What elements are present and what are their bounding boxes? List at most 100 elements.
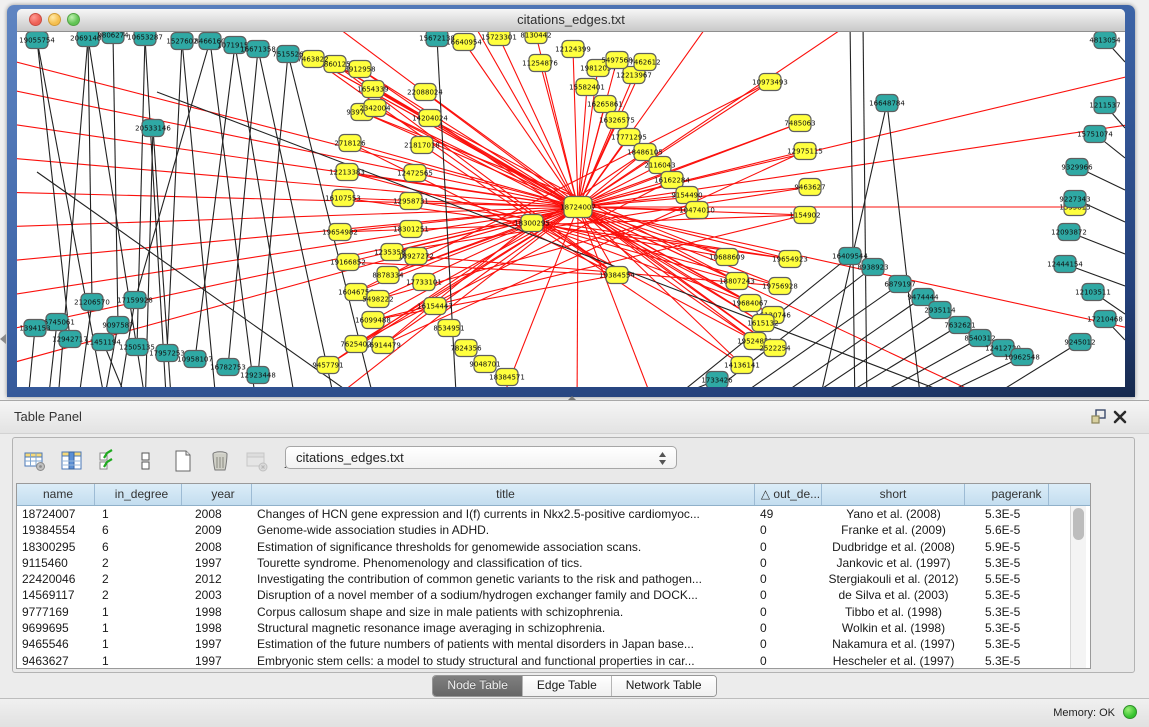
network-node[interactable]: 19166852 bbox=[330, 254, 366, 271]
node-label: 19055754 bbox=[19, 36, 55, 44]
column-header-in_degree[interactable]: in_degree bbox=[95, 484, 182, 505]
table-row[interactable]: 1456911722003Disruption of a novel membe… bbox=[17, 587, 1090, 603]
network-node[interactable]: 7462612 bbox=[629, 54, 660, 71]
network-canvas[interactable]: 1872400718300295193845541664095415723301… bbox=[17, 32, 1125, 387]
network-node[interactable]: 10653287 bbox=[127, 32, 163, 46]
network-node[interactable]: 12472565 bbox=[397, 165, 433, 182]
cell-in_degree: 2 bbox=[95, 587, 182, 603]
network-edge bbox=[877, 348, 1003, 387]
status-bar: Memory: OK bbox=[0, 698, 1149, 727]
network-node[interactable]: 8878334 bbox=[372, 267, 404, 284]
table-row[interactable]: 946362711997Embryonic stem cells: a mode… bbox=[17, 653, 1090, 669]
close-panel-icon[interactable] bbox=[1112, 409, 1128, 425]
network-node[interactable]: 12942717 bbox=[52, 331, 88, 348]
table-row[interactable]: 1872400712008Changes of HCN gene express… bbox=[17, 506, 1090, 522]
network-node[interactable]: 17733101 bbox=[406, 274, 442, 291]
network-node[interactable]: 19055754 bbox=[19, 32, 55, 49]
network-node[interactable]: 1615132 bbox=[747, 315, 778, 332]
network-node[interactable]: 9463627 bbox=[794, 179, 825, 196]
network-node[interactable]: 8938923 bbox=[857, 259, 888, 276]
network-node[interactable]: 12124399 bbox=[555, 41, 591, 58]
table-row[interactable]: 2242004622012Investigating the contribut… bbox=[17, 571, 1090, 587]
delete-column-icon[interactable] bbox=[206, 447, 234, 475]
network-node[interactable]: 19654982 bbox=[322, 224, 358, 241]
table-mode-icon[interactable] bbox=[21, 447, 49, 475]
network-node[interactable]: 1733426 bbox=[701, 372, 733, 388]
tab-network-table[interactable]: Network Table bbox=[612, 676, 716, 696]
network-node[interactable]: 17210468 bbox=[1087, 311, 1123, 328]
tab-edge-table[interactable]: Edge Table bbox=[523, 676, 612, 696]
network-node[interactable]: 5497568 bbox=[601, 52, 632, 69]
network-node[interactable]: 1654339 bbox=[357, 81, 388, 98]
show-hide-columns-icon[interactable] bbox=[58, 447, 86, 475]
network-node[interactable]: 9457791 bbox=[312, 357, 343, 374]
table-vertical-scrollbar[interactable] bbox=[1070, 506, 1086, 668]
table-row[interactable]: 1830029562008Estimation of significance … bbox=[17, 539, 1090, 555]
network-node[interactable]: 12093872 bbox=[1051, 224, 1087, 241]
column-header-out_degree[interactable]: △ out_de... bbox=[755, 484, 822, 505]
table-row[interactable]: 911546021997Tourette syndrome. Phenomeno… bbox=[17, 555, 1090, 571]
table-row[interactable]: 1938455462009Genome-wide association stu… bbox=[17, 522, 1090, 538]
table-row[interactable]: 946554611997Estimation of the future num… bbox=[17, 636, 1090, 652]
network-node[interactable]: 1154902 bbox=[789, 207, 820, 224]
network-node[interactable]: 1211537 bbox=[1089, 97, 1120, 114]
column-header-short[interactable]: short bbox=[822, 484, 965, 505]
network-node[interactable]: 16648784 bbox=[869, 95, 905, 112]
network-view-window[interactable]: citations_edges.txt 18724007183002951938… bbox=[7, 5, 1135, 397]
network-node[interactable]: 7485063 bbox=[784, 115, 815, 132]
network-node[interactable]: 8534951 bbox=[433, 320, 464, 337]
table-panel: Table Panel bbox=[0, 400, 1149, 727]
network-node[interactable]: 12213383 bbox=[329, 164, 365, 181]
table-row[interactable]: 969969511998Structural magnetic resonanc… bbox=[17, 620, 1090, 636]
network-node[interactable]: 9227343 bbox=[1059, 191, 1090, 208]
network-node[interactable]: 18724007 bbox=[560, 197, 596, 218]
network-node[interactable]: 7824356 bbox=[450, 340, 482, 357]
network-node[interactable]: 22088024 bbox=[407, 84, 443, 101]
table-row[interactable]: 977716911998Corpus callosum shape and si… bbox=[17, 604, 1090, 620]
network-edge bbox=[228, 49, 258, 367]
side-collapse-handle-icon[interactable] bbox=[0, 334, 6, 344]
network-node[interactable]: 2522254 bbox=[759, 340, 791, 357]
network-node[interactable]: 16107553 bbox=[325, 190, 361, 207]
network-node[interactable]: 15723301 bbox=[481, 32, 517, 46]
tab-node-table[interactable]: Node Table bbox=[433, 676, 523, 696]
column-header-title[interactable]: title bbox=[252, 484, 755, 505]
network-node[interactable]: 16326575 bbox=[599, 112, 635, 129]
table-select-dropdown[interactable]: citations_edges.txt bbox=[285, 446, 677, 469]
network-node[interactable]: 21206570 bbox=[74, 294, 110, 311]
network-node[interactable]: 8130442 bbox=[520, 32, 551, 44]
network-window-titlebar[interactable]: citations_edges.txt bbox=[17, 9, 1125, 32]
column-header-name[interactable]: name bbox=[17, 484, 95, 505]
float-panel-icon[interactable] bbox=[1090, 409, 1108, 425]
memory-ok-indicator[interactable] bbox=[1123, 705, 1137, 719]
cell-short: Dudbridge et al. (2008) bbox=[822, 539, 965, 555]
select-columns-icon[interactable] bbox=[95, 447, 123, 475]
scrollbar-thumb[interactable] bbox=[1073, 508, 1084, 540]
network-node[interactable]: 19756928 bbox=[762, 278, 798, 295]
column-header-pagerank[interactable]: pagerank bbox=[965, 484, 1049, 505]
network-node[interactable]: 4813054 bbox=[1089, 32, 1121, 49]
network-node[interactable]: 2935114 bbox=[924, 302, 956, 319]
network-node[interactable]: 12444154 bbox=[1047, 256, 1083, 273]
column-header-year[interactable]: year bbox=[182, 484, 252, 505]
network-node[interactable]: 12103511 bbox=[1075, 284, 1111, 301]
node-label: 12103511 bbox=[1075, 288, 1111, 296]
network-node[interactable]: 9048701 bbox=[469, 356, 500, 373]
network-node[interactable]: 9097587 bbox=[102, 317, 133, 334]
rows-icon[interactable] bbox=[132, 447, 160, 475]
network-node[interactable]: 19654923 bbox=[772, 251, 808, 268]
node-label: 9048701 bbox=[469, 360, 500, 368]
network-node[interactable]: 16265861 bbox=[587, 96, 623, 113]
network-node[interactable]: 11254876 bbox=[522, 55, 558, 72]
network-node[interactable]: 9245012 bbox=[1064, 334, 1095, 351]
network-graph[interactable]: 1872400718300295193845541664095415723301… bbox=[17, 32, 1125, 387]
network-node[interactable]: 7625402 bbox=[340, 336, 371, 353]
network-node[interactable]: 5498222 bbox=[362, 291, 393, 308]
cell-in_degree: 2 bbox=[95, 571, 182, 587]
network-node[interactable]: 1394153 bbox=[19, 320, 50, 337]
network-node[interactable]: 12958731 bbox=[393, 193, 429, 210]
dropdown-arrows-icon bbox=[658, 451, 667, 472]
network-node[interactable]: 1527602 bbox=[166, 33, 197, 50]
network-node[interactable]: 6879197 bbox=[884, 276, 915, 293]
create-column-icon[interactable] bbox=[169, 447, 197, 475]
